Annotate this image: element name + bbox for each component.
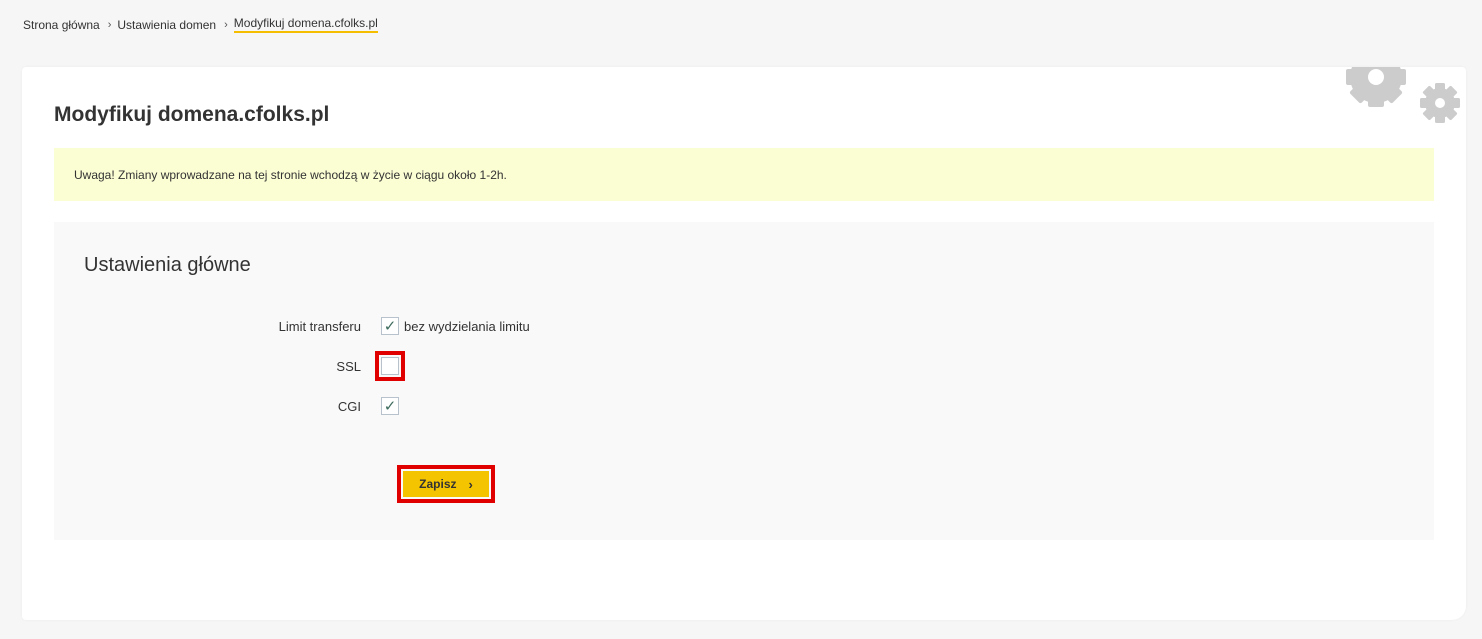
notice-banner: Uwaga! Zmiany wprowadzane na tej stronie… [54,148,1434,201]
breadcrumb-separator-icon: › [107,18,112,31]
section-title: Ustawienia główne [84,254,251,276]
chevron-right-icon: › [468,476,473,492]
ssl-checkbox[interactable] [375,351,405,381]
save-button[interactable]: Zapisz › [397,465,495,503]
cgi-row: CGI ✓ [54,395,399,417]
breadcrumb: Strona główna › Ustawienia domen › Modyf… [23,16,378,33]
gears-icon [1346,67,1460,123]
breadcrumb-domain-settings[interactable]: Ustawienia domen [117,18,216,32]
breadcrumb-current: Modyfikuj domena.cfolks.pl [233,16,378,33]
main-card: Modyfikuj domena.cfolks.pl Uwaga! Zmiany… [22,67,1466,620]
cgi-checkbox[interactable]: ✓ [381,397,399,415]
ssl-label: SSL [336,358,361,374]
checkmark-icon: ✓ [383,317,397,335]
breadcrumb-separator-icon: › [224,18,228,31]
transfer-limit-label: Limit transferu [278,318,361,334]
notice-text: Uwaga! Zmiany wprowadzane na tej stronie… [74,167,507,182]
checkmark-icon: ✓ [383,397,397,415]
settings-panel: Ustawienia główne Limit transferu ✓ bez … [54,222,1434,540]
transfer-limit-option-label[interactable]: bez wydzielania limitu [404,319,530,334]
ssl-row: SSL [54,351,405,381]
transfer-limit-row: Limit transferu ✓ bez wydzielania limitu [54,315,530,337]
save-button-label: Zapisz [419,477,457,491]
cgi-label: CGI [337,398,361,414]
transfer-limit-checkbox[interactable]: ✓ [381,317,399,335]
breadcrumb-home[interactable]: Strona główna [23,18,100,32]
page-title: Modyfikuj domena.cfolks.pl [54,103,330,126]
